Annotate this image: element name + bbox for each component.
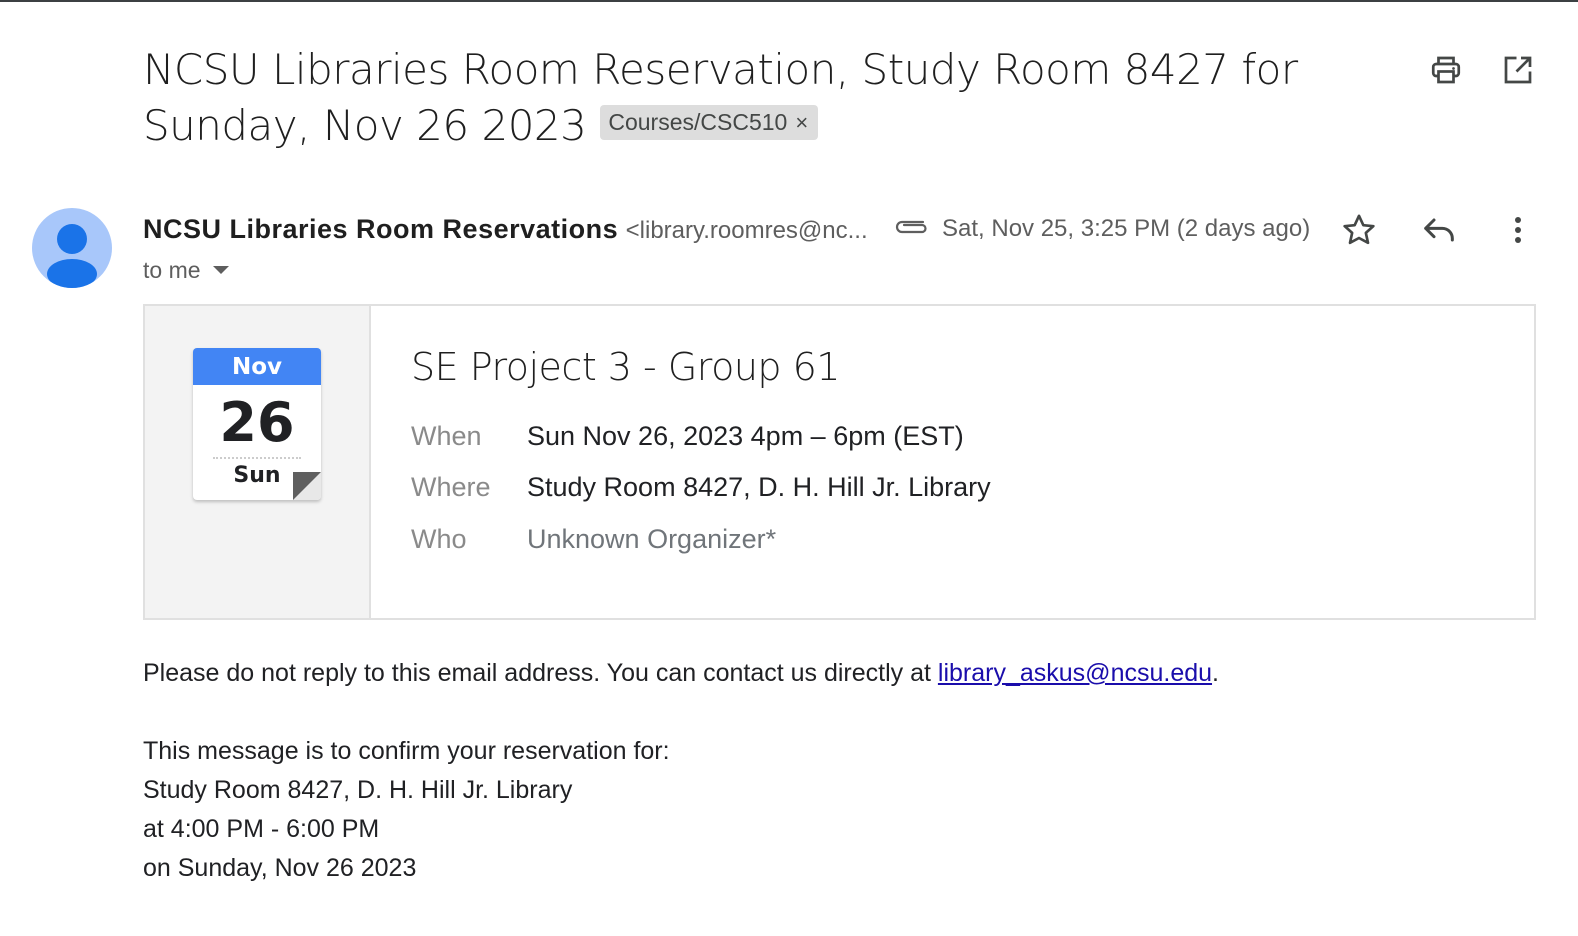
recipients-label: to me bbox=[143, 257, 201, 283]
sender-name[interactable]: NCSU Libraries Room Reservations bbox=[143, 214, 618, 244]
sender-line: NCSU Libraries Room Reservations <librar… bbox=[143, 212, 868, 248]
no-reply-notice: Please do not reply to this email addres… bbox=[143, 654, 1219, 693]
who-label: Who bbox=[411, 524, 467, 554]
more-vert-icon bbox=[1515, 217, 1521, 243]
open-in-new-icon bbox=[1504, 56, 1532, 84]
reply-button[interactable] bbox=[1419, 210, 1459, 250]
sender-email: <library.roomres@nc... bbox=[625, 217, 868, 244]
print-icon bbox=[1431, 56, 1461, 84]
where-value: Study Room 8427, D. H. Hill Jr. Library bbox=[527, 472, 991, 502]
event-who-row: Who Unknown Organizer* bbox=[411, 521, 776, 557]
star-button[interactable] bbox=[1339, 210, 1379, 250]
calendar-day: 26 bbox=[219, 391, 295, 454]
calendar-date-icon: Nov 26 Sun bbox=[193, 348, 321, 500]
email-date: Sat, Nov 25, 3:25 PM (2 days ago) bbox=[942, 215, 1311, 242]
invite-date-panel: Nov 26 Sun bbox=[145, 306, 371, 618]
print-button[interactable] bbox=[1428, 52, 1464, 88]
page-curl-dark bbox=[293, 472, 321, 500]
event-when-row: When Sun Nov 26, 2023 4pm – 6pm (EST) bbox=[411, 418, 964, 454]
chevron-down-icon bbox=[212, 265, 229, 274]
email-subject: NCSU Libraries Room Reservation, Study R… bbox=[143, 42, 1373, 154]
more-options-button[interactable] bbox=[1498, 210, 1538, 250]
confirmation-line-1: This message is to confirm your reservat… bbox=[143, 737, 670, 765]
recipients-dropdown[interactable]: to me bbox=[143, 255, 229, 285]
notice-prefix: Please do not reply to this email addres… bbox=[143, 659, 938, 687]
event-where-row: Where Study Room 8427, D. H. Hill Jr. Lib… bbox=[411, 469, 991, 505]
when-label: When bbox=[411, 421, 482, 451]
label-chip[interactable]: Courses/CSC510 × bbox=[600, 105, 819, 140]
confirmation-line-4: on Sunday, Nov 26 2023 bbox=[143, 854, 417, 882]
confirmation-line-2: Study Room 8427, D. H. Hill Jr. Library bbox=[143, 776, 573, 804]
when-value: Sun Nov 26, 2023 4pm – 6pm (EST) bbox=[527, 421, 964, 451]
contact-email-link[interactable]: library_askus@ncsu.edu bbox=[938, 659, 1212, 687]
remove-label-button[interactable]: × bbox=[795, 110, 808, 135]
label-chip-text: Courses/CSC510 bbox=[608, 109, 788, 135]
star-icon bbox=[1343, 214, 1375, 245]
calendar-month: Nov bbox=[193, 348, 321, 385]
event-title[interactable]: SE Project 3 - Group 61 bbox=[411, 342, 840, 392]
attachment-indicator bbox=[893, 212, 929, 242]
open-in-new-window-button[interactable] bbox=[1500, 52, 1536, 88]
person-icon bbox=[47, 224, 97, 288]
where-label: Where bbox=[411, 472, 491, 502]
who-value: Unknown Organizer* bbox=[527, 524, 777, 554]
calendar-invite-card: Nov 26 Sun SE Project 3 - Group 61 When S… bbox=[143, 304, 1536, 620]
notice-suffix: . bbox=[1212, 659, 1219, 687]
sender-avatar[interactable] bbox=[32, 208, 112, 288]
reply-icon bbox=[1424, 218, 1454, 242]
top-divider bbox=[0, 0, 1578, 2]
paperclip-icon bbox=[895, 220, 927, 234]
confirmation-line-3: at 4:00 PM - 6:00 PM bbox=[143, 815, 380, 843]
